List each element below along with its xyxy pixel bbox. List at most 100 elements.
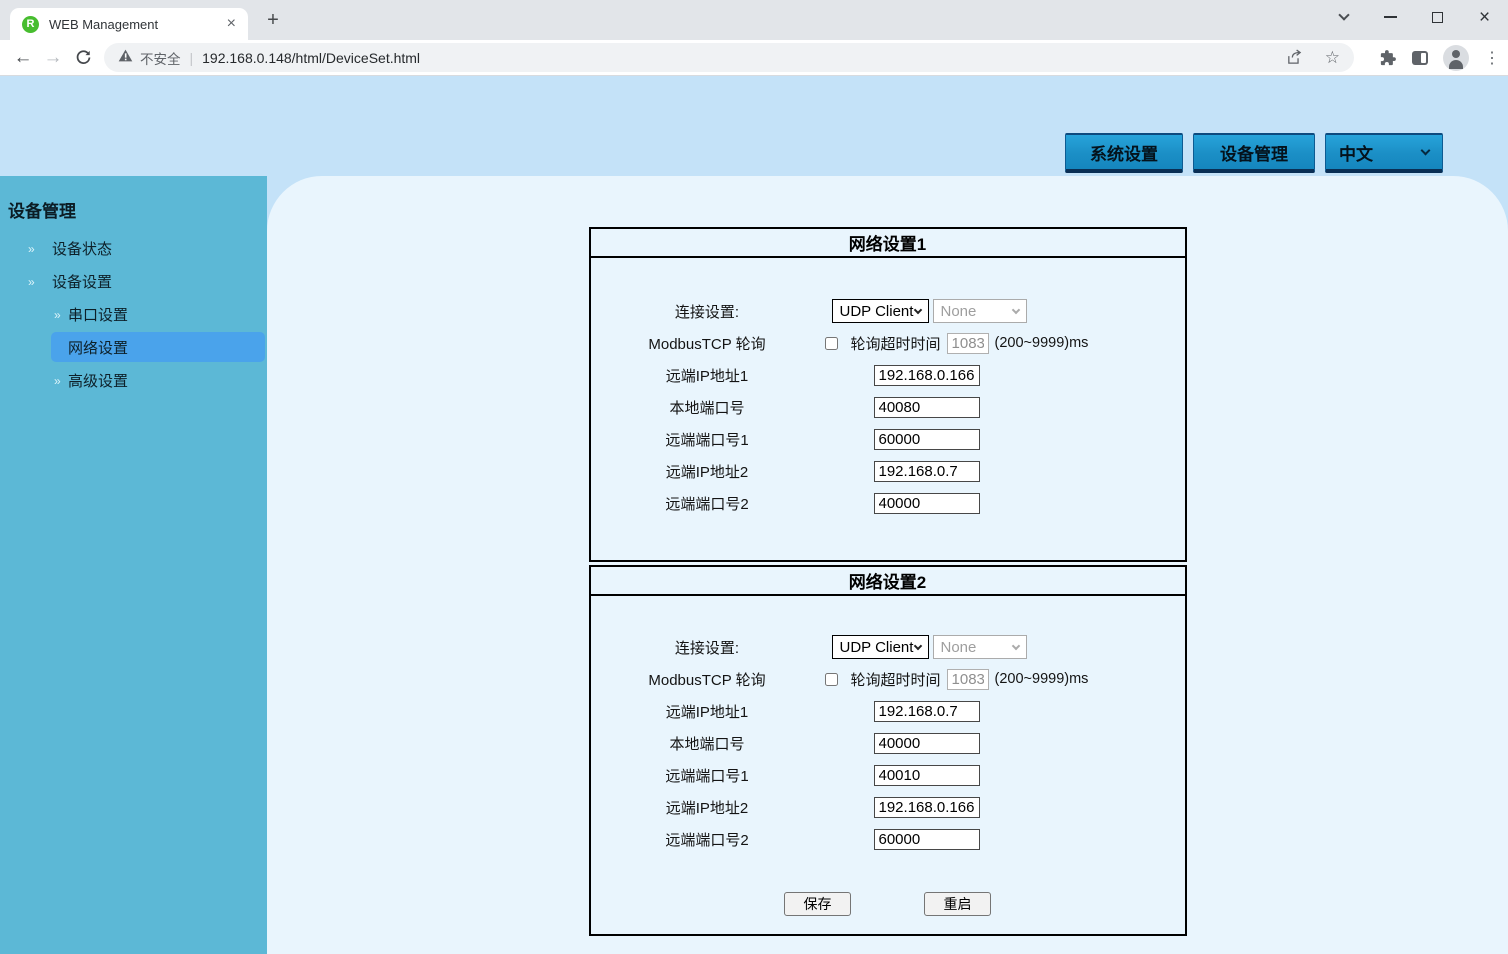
remote-ip1-label: 远端IP地址1 — [591, 701, 824, 722]
window-maximize-button[interactable] — [1414, 0, 1461, 34]
forward-icon: → — [38, 43, 68, 73]
language-label: 中文 — [1339, 140, 1373, 165]
window-minimize-button[interactable] — [1367, 0, 1414, 34]
remote-port1-input[interactable] — [874, 429, 980, 450]
network-settings-2-panel: 网络设置2 连接设置: UDP Client None — [589, 565, 1187, 936]
tab-close-icon[interactable]: × — [225, 16, 238, 32]
side-panel-icon[interactable] — [1412, 51, 1428, 65]
poll-timeout-range: (200~9999)ms — [995, 335, 1089, 351]
modbus-row: ModbusTCP 轮询 轮询超时时间 (200~9999)ms — [591, 663, 1185, 695]
remote-port1-input[interactable] — [874, 765, 980, 786]
connection-type-select[interactable]: UDP Client — [832, 635, 929, 659]
site-favicon-icon: R — [22, 16, 39, 33]
browser-titlebar: R WEB Management × + × — [0, 0, 1508, 40]
content-area: 网络设置1 连接设置: UDP Client None — [267, 176, 1508, 954]
extensions-puzzle-icon[interactable] — [1379, 49, 1397, 67]
field-row: 本地端口号 — [591, 727, 1185, 759]
sidebar-item-serial-settings[interactable]: » 串口设置 — [0, 298, 267, 331]
connection-secondary-select: None — [933, 299, 1027, 323]
modbus-label: ModbusTCP 轮询 — [591, 333, 824, 354]
chevron-down-icon — [1011, 305, 1019, 313]
profile-avatar[interactable] — [1443, 45, 1469, 71]
connection-label: 连接设置: — [591, 301, 824, 322]
url-text[interactable]: 192.168.0.148/html/DeviceSet.html — [202, 50, 420, 66]
refresh-icon[interactable] — [68, 43, 98, 73]
remote-port2-label: 远端端口号2 — [591, 493, 824, 514]
poll-timeout-label: 轮询超时时间 — [851, 333, 941, 354]
field-row: 远端端口号1 — [591, 759, 1185, 791]
browser-tab[interactable]: R WEB Management × — [10, 8, 248, 40]
poll-timeout-input — [947, 669, 989, 690]
remote-ip1-label: 远端IP地址1 — [591, 365, 824, 386]
language-select[interactable]: 中文 — [1325, 133, 1443, 173]
window-controls: × — [1320, 0, 1508, 34]
local-port-label: 本地端口号 — [591, 733, 824, 754]
save-button[interactable]: 保存 — [784, 892, 851, 916]
connection-type-select[interactable]: UDP Client — [832, 299, 929, 323]
panel-body: 连接设置: UDP Client None — [591, 596, 1185, 934]
field-row: 远端IP地址2 — [591, 455, 1185, 487]
window-menu-chevron-icon[interactable] — [1320, 0, 1367, 34]
remote-port2-input[interactable] — [874, 829, 980, 850]
modbus-poll-checkbox[interactable] — [825, 673, 838, 686]
window-close-button[interactable]: × — [1461, 0, 1508, 34]
connection-row: 连接设置: UDP Client None — [591, 295, 1185, 327]
local-port-input[interactable] — [874, 397, 980, 418]
connection-label: 连接设置: — [591, 637, 824, 658]
remote-port2-input[interactable] — [874, 493, 980, 514]
field-row: 本地端口号 — [591, 391, 1185, 423]
bookmark-star-icon[interactable]: ☆ — [1325, 48, 1340, 68]
sidebar-item-network-settings[interactable]: 网络设置 — [0, 331, 267, 364]
url-separator: | — [190, 50, 194, 66]
remote-ip1-input[interactable] — [874, 365, 980, 386]
restart-button[interactable]: 重启 — [924, 892, 991, 916]
top-nav: 系统设置 设备管理 中文 — [1065, 133, 1443, 173]
address-bar[interactable]: 不安全 | 192.168.0.148/html/DeviceSet.html … — [104, 43, 1354, 72]
poll-timeout-input — [947, 333, 989, 354]
field-row: 远端IP地址2 — [591, 791, 1185, 823]
chevron-down-icon — [1421, 146, 1431, 156]
chevron-down-icon — [913, 305, 921, 313]
new-tab-button[interactable]: + — [260, 7, 286, 33]
poll-timeout-range: (200~9999)ms — [995, 671, 1089, 687]
back-icon[interactable]: ← — [8, 43, 38, 73]
device-management-button[interactable]: 设备管理 — [1193, 133, 1315, 173]
sidebar-item-advanced-settings[interactable]: » 高级设置 — [0, 364, 267, 397]
panel-body: 连接设置: UDP Client None — [591, 258, 1185, 560]
network-settings-forms: 网络设置1 连接设置: UDP Client None — [589, 227, 1187, 936]
browser-menu-icon[interactable]: ⋮ — [1484, 48, 1500, 68]
panel-title: 网络设置1 — [591, 229, 1185, 258]
security-status-label[interactable]: 不安全 — [140, 48, 181, 68]
field-row: 远端IP地址1 — [591, 695, 1185, 727]
local-port-input[interactable] — [874, 733, 980, 754]
remote-port2-label: 远端端口号2 — [591, 829, 824, 850]
share-icon[interactable] — [1286, 49, 1303, 66]
modbus-poll-checkbox[interactable] — [825, 337, 838, 350]
field-row: 远端端口号2 — [591, 487, 1185, 519]
not-secure-warning-icon[interactable] — [118, 49, 133, 67]
remote-ip1-input[interactable] — [874, 701, 980, 722]
form-actions: 保存 重启 — [591, 892, 1185, 916]
remote-port1-label: 远端端口号1 — [591, 765, 824, 786]
sidebar-item-device-status[interactable]: » 设备状态 — [0, 232, 267, 265]
sidebar-menu: » 设备状态 » 设备设置 » 串口设置 网络设置 » 高级设置 — [0, 232, 267, 397]
remote-ip2-input[interactable] — [874, 461, 980, 482]
browser-toolbar: ← → 不安全 | 192.168.0.148/html/DeviceSet.h… — [0, 40, 1508, 76]
remote-ip2-label: 远端IP地址2 — [591, 797, 824, 818]
sidebar: 设备管理 » 设备状态 » 设备设置 » 串口设置 网络设置 » 高级设置 — [0, 176, 267, 954]
sidebar-title: 设备管理 — [0, 176, 267, 219]
remote-port1-label: 远端端口号1 — [591, 429, 824, 450]
chevron-down-icon — [913, 641, 921, 649]
sidebar-item-device-settings[interactable]: » 设备设置 — [0, 265, 267, 298]
field-row: 远端IP地址1 — [591, 359, 1185, 391]
network-settings-1-panel: 网络设置1 连接设置: UDP Client None — [589, 227, 1187, 562]
modbus-label: ModbusTCP 轮询 — [591, 669, 824, 690]
arrow-bullet-icon: » — [28, 242, 35, 256]
system-settings-button[interactable]: 系统设置 — [1065, 133, 1183, 173]
tab-title: WEB Management — [49, 17, 225, 32]
arrow-bullet-icon: » — [54, 308, 61, 322]
remote-ip2-input[interactable] — [874, 797, 980, 818]
connection-row: 连接设置: UDP Client None — [591, 631, 1185, 663]
arrow-bullet-icon: » — [54, 374, 61, 388]
panel-title: 网络设置2 — [591, 567, 1185, 596]
